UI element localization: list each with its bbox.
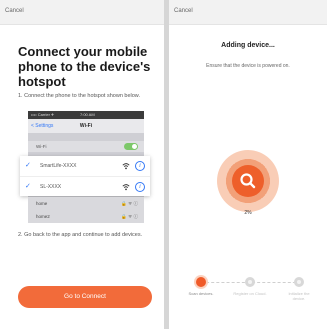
info-icon: i xyxy=(135,182,145,192)
cancel-button[interactable]: Cancel xyxy=(0,0,164,25)
wifi-toggle-label: Wi-Fi xyxy=(36,144,47,149)
wifi-icon xyxy=(122,163,130,170)
network-row: ✓ SL-XXXX i xyxy=(20,176,150,197)
step-dot-register xyxy=(245,277,255,287)
search-icon xyxy=(240,173,256,189)
hotspot-network-list: ✓ SmartLife-XXXX i ✓ SL-XXXX i xyxy=(20,156,150,196)
adding-device-screen: Cancel Adding device... Ensure that the … xyxy=(169,0,327,329)
other-network-row: home 🔒 ᯤ ⓘ xyxy=(28,197,144,210)
other-network-row: home2 🔒 ᯤ ⓘ xyxy=(28,210,144,223)
status-time: 7:00 AM xyxy=(80,112,95,117)
step-label-initialize: Initialize the device. xyxy=(288,291,310,301)
page-title: Adding device... xyxy=(221,42,275,49)
check-icon: ✓ xyxy=(25,162,31,169)
phone-nav-bar: < Settings Wi-Fi xyxy=(28,119,144,133)
check-icon: ✓ xyxy=(25,183,31,190)
wifi-icon xyxy=(122,184,130,191)
step-label-register: Register on Cloud. xyxy=(233,291,267,296)
status-carrier: •••• Carrier ✈ xyxy=(31,112,55,117)
cancel-button[interactable]: Cancel xyxy=(169,0,327,25)
network-name: SL-XXXX xyxy=(40,184,62,190)
go-to-connect-button[interactable]: Go to Connect xyxy=(18,286,152,308)
lock-wifi-info-icons: 🔒 ᯤ ⓘ xyxy=(121,214,138,219)
phone-status-bar: •••• Carrier ✈ 7:00 AM xyxy=(28,111,144,119)
other-network-name: home2 xyxy=(36,214,50,219)
power-on-hint: Ensure that the device is powered on. xyxy=(206,63,290,69)
instruction-step-2: 2. Go back to the app and continue to ad… xyxy=(18,232,143,238)
page-title: Connect your mobile phone to the device'… xyxy=(18,44,151,89)
step-dot-scan xyxy=(196,277,206,287)
wifi-nav-title: Wi-Fi xyxy=(79,123,93,129)
network-name: SmartLife-XXXX xyxy=(40,163,77,169)
progress-percent: 2% xyxy=(244,210,252,216)
wifi-toggle-row: Wi-Fi xyxy=(28,141,144,152)
other-network-name: home xyxy=(36,201,48,206)
network-row: ✓ SmartLife-XXXX i xyxy=(20,156,150,176)
instruction-step-1: 1. Connect the phone to the hotspot show… xyxy=(18,93,141,99)
search-button-circle xyxy=(232,165,264,197)
step-dot-initialize xyxy=(294,277,304,287)
lock-wifi-info-icons: 🔒 ᯤ ⓘ xyxy=(121,201,138,206)
step-label-scan: Scan devices. xyxy=(188,291,214,296)
wifi-toggle-switch xyxy=(124,143,138,150)
info-icon: i xyxy=(135,161,145,171)
